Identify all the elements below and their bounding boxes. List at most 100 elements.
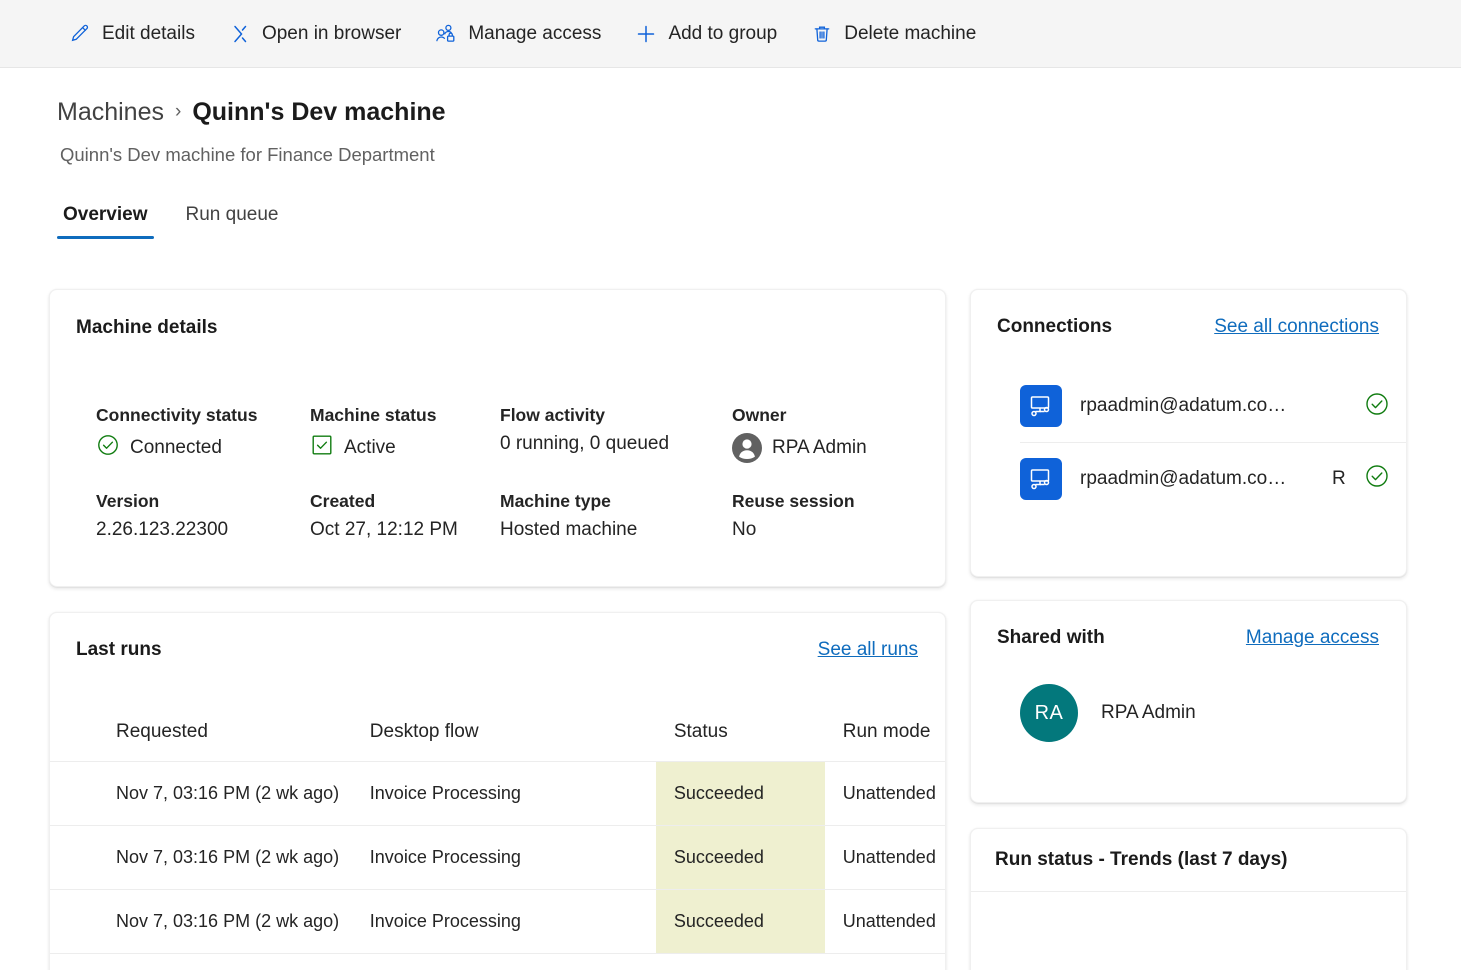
connection-row[interactable]: rpaadmin@adatum.co… [971, 370, 1406, 442]
cell-requested: Nov 7, 03:16 PM (2 wk ago) [50, 761, 352, 826]
breadcrumb: Machines › Quinn's Dev machine [57, 96, 446, 128]
machine-details-card: Machine details Connectivity status Conn… [49, 289, 946, 587]
field-machine-status: Machine status Active [310, 405, 500, 463]
field-label: Machine status [310, 405, 437, 425]
see-all-runs-link[interactable]: See all runs [818, 639, 918, 661]
column-header-run-mode[interactable]: Run mode [824, 721, 945, 762]
manage-access-button[interactable]: Manage access [423, 12, 613, 56]
last-runs-title: Last runs [76, 639, 162, 660]
plus-icon [635, 23, 657, 45]
trash-icon [811, 23, 833, 45]
connections-card: Connections See all connections rpaadmin… [970, 289, 1407, 577]
open-in-browser-label: Open in browser [261, 22, 402, 44]
connection-extra-text: R [1332, 467, 1346, 489]
avatar: RA [1020, 684, 1078, 742]
see-all-connections-link[interactable]: See all connections [1214, 316, 1379, 338]
connections-title: Connections [997, 316, 1113, 337]
field-value: Active [344, 437, 396, 458]
column-header-requested[interactable]: Requested [50, 721, 352, 762]
field-value-wrap: RPA Admin [732, 433, 932, 463]
field-reuse-session: Reuse session No [732, 491, 932, 541]
field-value: Connected [130, 437, 222, 458]
connection-name: rpaadmin@adatum.co… [1080, 467, 1287, 489]
cell-run-mode: Unattended [824, 825, 945, 890]
field-value-wrap: 2.26.123.22300 [96, 519, 310, 541]
field-label: Version [96, 491, 160, 511]
edit-details-label: Edit details [102, 22, 195, 44]
tab-overview[interactable]: Overview [57, 200, 154, 239]
run-status-header: Run status - Trends (last 7 days) [971, 829, 1406, 892]
shared-with-person-row: RA RPA Admin [971, 649, 1406, 742]
field-flow-activity: Flow activity 0 running, 0 queued [500, 405, 732, 463]
shared-with-card: Shared with Manage access RA RPA Admin [970, 600, 1407, 803]
field-value-wrap: No [732, 519, 932, 541]
run-status-title: Run status - Trends (last 7 days) [995, 849, 1288, 870]
field-machine-type: Machine type Hosted machine [500, 491, 732, 541]
tab-run-queue[interactable]: Run queue [180, 200, 285, 239]
add-to-group-label: Add to group [668, 22, 778, 44]
cell-desktop-flow: Invoice Processing [351, 889, 656, 954]
edit-details-button[interactable]: Edit details [57, 12, 207, 56]
field-label: Flow activity [500, 405, 606, 425]
add-to-group-button[interactable]: Add to group [623, 12, 789, 56]
breadcrumb-separator-icon: › [175, 101, 182, 122]
desktop-flow-connection-icon [1020, 385, 1062, 427]
table-row[interactable]: Nov 7, 03:16 PM (2 wk ago) Invoice Proce… [50, 761, 945, 826]
column-header-status[interactable]: Status [655, 721, 825, 762]
open-in-browser-button[interactable]: Open in browser [217, 12, 413, 56]
manage-access-icon [435, 23, 457, 45]
connection-name: rpaadmin@adatum.co… [1080, 395, 1287, 416]
delete-machine-button[interactable]: Delete machine [799, 12, 988, 56]
connections-list: rpaadmin@adatum.co… rpaadmin@adatum.co… … [971, 338, 1406, 514]
last-runs-header: Last runs See all runs [50, 613, 945, 661]
field-label: Owner [732, 405, 787, 425]
field-value-wrap: Oct 27, 12:12 PM [310, 519, 500, 541]
connections-header: Connections See all connections [971, 290, 1406, 338]
field-value-wrap: 0 running, 0 queued [500, 433, 732, 455]
run-status-chart-area [971, 892, 1406, 970]
field-version: Version 2.26.123.22300 [96, 491, 310, 541]
shared-with-title: Shared with [997, 627, 1105, 648]
field-value: No [732, 519, 757, 540]
cell-status: Succeeded [655, 825, 825, 890]
field-value: 2.26.123.22300 [96, 519, 229, 540]
field-created: Created Oct 27, 12:12 PM [310, 491, 500, 541]
check-circle-icon [1364, 463, 1390, 494]
table-row[interactable]: Nov 7, 03:16 PM (2 wk ago) Invoice Proce… [50, 825, 945, 890]
field-value-wrap: Hosted machine [500, 519, 732, 541]
field-value: RPA Admin [772, 437, 867, 458]
column-header-desktop-flow[interactable]: Desktop flow [351, 721, 656, 762]
shared-with-person-name: RPA Admin [1101, 702, 1196, 723]
cell-status: Succeeded [655, 761, 825, 826]
run-status-trends-card: Run status - Trends (last 7 days) [970, 828, 1407, 970]
tab-list: Overview Run queue [57, 200, 284, 239]
field-connectivity-status: Connectivity status Connected [96, 405, 310, 463]
cell-run-mode: Unattended [824, 889, 945, 954]
field-label: Reuse session [732, 491, 855, 511]
cell-requested: Nov 7, 03:16 PM (2 wk ago) [50, 889, 352, 954]
page-subtitle: Quinn's Dev machine for Finance Departme… [60, 144, 435, 165]
table-header-row: Requested Desktop flow Status Run mode [50, 721, 945, 762]
field-value-wrap: Connected [96, 433, 310, 463]
check-box-icon [310, 433, 334, 463]
manage-access-label: Manage access [468, 22, 602, 44]
command-bar: Edit details Open in browser Manage acce… [0, 0, 1461, 68]
machine-details-grid: Connectivity status Connected Machine st… [50, 339, 945, 541]
field-owner: Owner RPA Admin [732, 405, 932, 463]
machine-details-header: Machine details [50, 290, 945, 339]
open-in-browser-icon [229, 23, 251, 45]
manage-access-link[interactable]: Manage access [1246, 627, 1379, 649]
desktop-flow-connection-icon [1020, 457, 1062, 500]
field-value: Oct 27, 12:12 PM [310, 519, 458, 540]
table-row[interactable]: Nov 7, 03:16 PM (2 wk ago) Invoice Proce… [50, 889, 945, 954]
check-circle-icon [96, 433, 120, 463]
check-circle-icon [1364, 391, 1390, 422]
connection-row[interactable]: rpaadmin@adatum.co… R [1020, 442, 1406, 514]
last-runs-table: Requested Desktop flow Status Run mode N… [50, 721, 945, 954]
field-value: 0 running, 0 queued [500, 433, 670, 454]
cell-run-mode: Unattended [824, 761, 945, 826]
page-title: Quinn's Dev machine [192, 98, 446, 126]
breadcrumb-machines-link[interactable]: Machines [57, 96, 164, 128]
field-label: Machine type [500, 491, 611, 511]
cell-desktop-flow: Invoice Processing [351, 761, 656, 826]
